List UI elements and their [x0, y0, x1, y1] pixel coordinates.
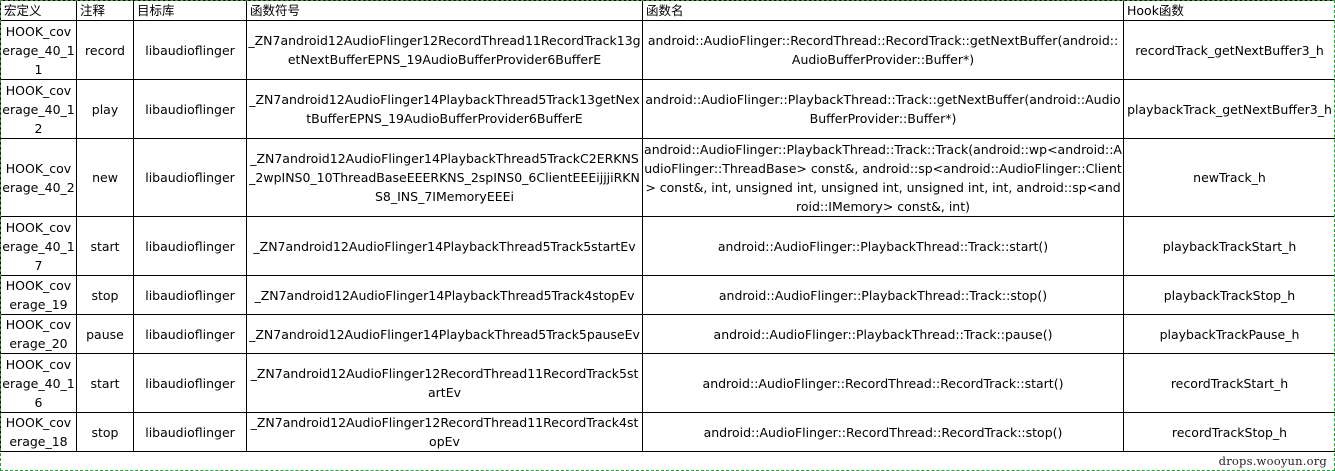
selection-border	[0, 0, 1335, 471]
watermark: drops.wooyun.org	[1216, 454, 1329, 468]
